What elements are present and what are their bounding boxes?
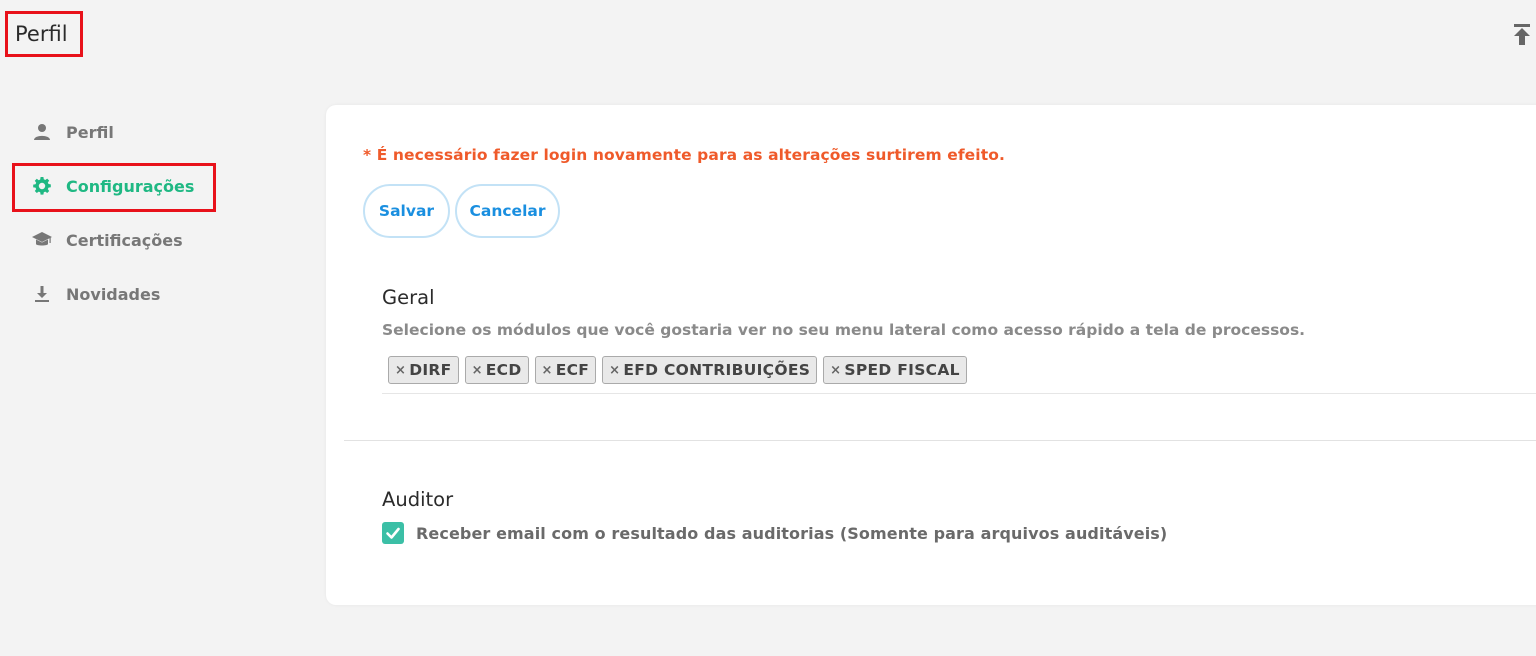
gear-icon bbox=[32, 176, 52, 196]
arrow-to-top-icon[interactable] bbox=[1512, 24, 1532, 46]
page-title: Perfil bbox=[5, 11, 83, 57]
section-divider bbox=[344, 440, 1536, 441]
page: Perfil Perfil Configurações Certificaçõe… bbox=[0, 0, 1536, 656]
tag-ecf: × ECF bbox=[534, 356, 597, 384]
sidebar-item-novidades[interactable]: Novidades bbox=[32, 280, 160, 308]
sidebar-item-certificacoes[interactable]: Certificações bbox=[32, 226, 183, 254]
tag-label: ECD bbox=[485, 361, 522, 379]
tag-efd-contribuicoes: × EFD CONTRIBUIÇÕES bbox=[602, 356, 818, 384]
graduation-cap-icon bbox=[32, 230, 52, 250]
geral-section-title: Geral bbox=[382, 286, 435, 309]
geral-section-description: Selecione os módulos que você gostaria v… bbox=[382, 321, 1306, 339]
tag-label: DIRF bbox=[409, 361, 452, 379]
modules-tag-input[interactable]: × DIRF × ECD × ECF × EFD CONTRIBUIÇÕES ×… bbox=[382, 356, 1536, 394]
user-icon bbox=[32, 122, 52, 142]
tag-ecd: × ECD bbox=[464, 356, 529, 384]
relogin-warning: * É necessário fazer login novamente par… bbox=[363, 146, 1005, 164]
sidebar-item-label: Novidades bbox=[66, 284, 161, 304]
cancel-button[interactable]: Cancelar bbox=[455, 184, 560, 238]
download-icon bbox=[32, 284, 52, 304]
tag-label: EFD CONTRIBUIÇÕES bbox=[623, 361, 811, 379]
tag-sped-fiscal: × SPED FISCAL bbox=[823, 356, 967, 384]
remove-tag-icon[interactable]: × bbox=[542, 363, 553, 378]
sidebar-item-perfil[interactable]: Perfil bbox=[32, 118, 114, 146]
tag-dirf: × DIRF bbox=[388, 356, 459, 384]
sidebar-item-label: Configurações bbox=[66, 176, 195, 196]
remove-tag-icon[interactable]: × bbox=[830, 363, 841, 378]
sidebar-item-configuracoes[interactable]: Configurações bbox=[32, 172, 194, 200]
auditor-section-title: Auditor bbox=[382, 488, 454, 511]
remove-tag-icon[interactable]: × bbox=[609, 363, 620, 378]
audit-email-checkbox[interactable] bbox=[382, 522, 404, 544]
tag-label: ECF bbox=[555, 361, 590, 379]
remove-tag-icon[interactable]: × bbox=[395, 363, 406, 378]
save-button[interactable]: Salvar bbox=[363, 184, 450, 238]
tag-label: SPED FISCAL bbox=[844, 361, 960, 379]
audit-email-label: Receber email com o resultado das audito… bbox=[416, 523, 1168, 543]
audit-email-option[interactable]: Receber email com o resultado das audito… bbox=[382, 522, 1167, 544]
sidebar-item-label: Certificações bbox=[66, 230, 183, 250]
sidebar-item-label: Perfil bbox=[66, 122, 114, 142]
checkmark-icon bbox=[386, 527, 400, 539]
remove-tag-icon[interactable]: × bbox=[472, 363, 483, 378]
